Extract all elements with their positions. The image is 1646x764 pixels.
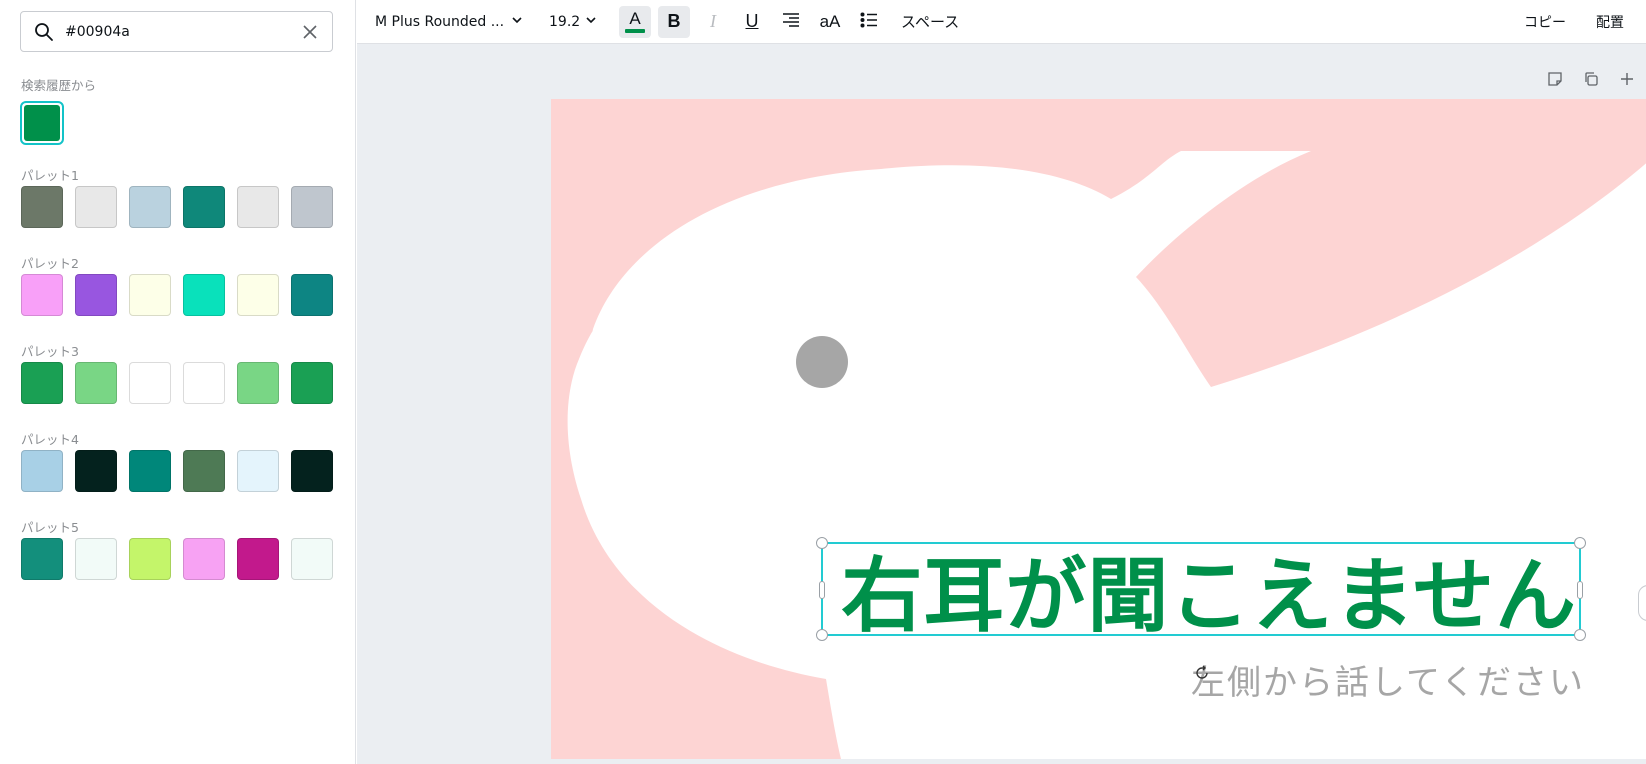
color-swatch[interactable] bbox=[237, 362, 279, 404]
color-swatch[interactable] bbox=[75, 362, 117, 404]
note-icon[interactable] bbox=[1544, 68, 1566, 90]
color-swatch[interactable] bbox=[21, 450, 63, 492]
scroll-edge-handle[interactable] bbox=[1638, 585, 1646, 621]
chevron-down-icon bbox=[585, 14, 597, 30]
color-swatch[interactable] bbox=[129, 362, 171, 404]
palette-row bbox=[21, 362, 333, 404]
canvas-workspace: 右耳が聞こえません 左側から話してください bbox=[357, 44, 1646, 764]
palette-label: パレット5 bbox=[21, 520, 79, 535]
list-button[interactable] bbox=[853, 6, 885, 38]
history-swatch-color bbox=[24, 105, 60, 141]
text-color-bar bbox=[625, 29, 645, 33]
color-swatch[interactable] bbox=[183, 450, 225, 492]
bold-button[interactable]: B bbox=[658, 5, 690, 38]
resize-handle-left[interactable] bbox=[819, 581, 825, 599]
text-toolbar: M Plus Rounded ... 19.2 A B I U aA スペース … bbox=[357, 0, 1646, 44]
design-page[interactable]: 右耳が聞こえません 左側から話してください bbox=[551, 99, 1646, 759]
align-right-icon bbox=[782, 12, 800, 32]
letter-case-icon: aA bbox=[819, 11, 841, 31]
font-family-label: M Plus Rounded ... bbox=[375, 13, 503, 30]
font-family-dropdown[interactable]: M Plus Rounded ... bbox=[369, 6, 529, 38]
resize-handle-bottom-right[interactable] bbox=[1574, 629, 1586, 641]
palette-row bbox=[21, 274, 333, 316]
color-swatch[interactable] bbox=[291, 274, 333, 316]
color-swatch[interactable] bbox=[237, 450, 279, 492]
headline-text[interactable]: 右耳が聞こえません bbox=[823, 544, 1579, 644]
align-button[interactable] bbox=[775, 6, 807, 38]
color-swatch[interactable] bbox=[129, 186, 171, 228]
text-color-button[interactable]: A bbox=[619, 5, 651, 38]
color-swatch[interactable] bbox=[237, 538, 279, 580]
color-swatch[interactable] bbox=[129, 450, 171, 492]
bold-icon: B bbox=[667, 11, 681, 31]
color-swatch[interactable] bbox=[291, 538, 333, 580]
color-swatch[interactable] bbox=[183, 538, 225, 580]
color-panel: 検索履歴から パレット1 パレット2 パレット3 パレット4 パレット5 bbox=[0, 0, 356, 764]
color-swatch[interactable] bbox=[291, 450, 333, 492]
rabbit-eye bbox=[796, 336, 848, 388]
copy-style-button[interactable]: コピー bbox=[1518, 6, 1572, 38]
palette-row bbox=[21, 538, 333, 580]
toolbar-right: コピー 配置 bbox=[1518, 6, 1646, 38]
color-swatch[interactable] bbox=[183, 186, 225, 228]
text-color-icon: A bbox=[625, 10, 645, 33]
color-swatch[interactable] bbox=[21, 186, 63, 228]
palette-row bbox=[21, 450, 333, 492]
color-swatch[interactable] bbox=[21, 362, 63, 404]
bullet-list-icon bbox=[860, 12, 878, 32]
resize-handle-bottom-left[interactable] bbox=[816, 629, 828, 641]
clear-search-icon[interactable] bbox=[300, 22, 320, 42]
resize-handle-right[interactable] bbox=[1577, 581, 1583, 599]
history-swatch[interactable] bbox=[20, 101, 64, 145]
arrange-button[interactable]: 配置 bbox=[1590, 6, 1630, 38]
color-swatch[interactable] bbox=[21, 538, 63, 580]
color-swatch[interactable] bbox=[183, 274, 225, 316]
chevron-down-icon bbox=[511, 14, 523, 30]
palette-label: パレット2 bbox=[21, 256, 79, 271]
history-label: 検索履歴から bbox=[21, 78, 97, 93]
color-swatch[interactable] bbox=[237, 274, 279, 316]
resize-handle-top-left[interactable] bbox=[816, 537, 828, 549]
color-search bbox=[20, 11, 333, 52]
font-size-dropdown[interactable]: 19.2 bbox=[543, 6, 603, 38]
resize-handle-top-right[interactable] bbox=[1574, 537, 1586, 549]
headline-text-box[interactable]: 右耳が聞こえません bbox=[816, 537, 1586, 644]
underline-button[interactable]: U bbox=[736, 6, 768, 38]
color-search-input[interactable] bbox=[65, 23, 300, 40]
color-swatch[interactable] bbox=[129, 538, 171, 580]
color-swatch[interactable] bbox=[21, 274, 63, 316]
italic-icon: I bbox=[710, 11, 716, 31]
palette-row bbox=[21, 186, 333, 228]
search-icon bbox=[33, 21, 55, 43]
color-swatch[interactable] bbox=[75, 450, 117, 492]
color-swatch[interactable] bbox=[291, 186, 333, 228]
color-swatch[interactable] bbox=[183, 362, 225, 404]
color-swatch[interactable] bbox=[75, 538, 117, 580]
duplicate-page-icon[interactable] bbox=[1580, 68, 1602, 90]
color-swatch[interactable] bbox=[237, 186, 279, 228]
color-swatch[interactable] bbox=[291, 362, 333, 404]
underline-icon: U bbox=[745, 11, 759, 31]
palette-label: パレット3 bbox=[21, 344, 79, 359]
palette-label: パレット1 bbox=[21, 168, 79, 183]
color-swatch[interactable] bbox=[75, 274, 117, 316]
spacing-button[interactable]: スペース bbox=[895, 6, 965, 38]
page-tools bbox=[1544, 68, 1638, 90]
rotate-icon[interactable] bbox=[1192, 663, 1212, 683]
palette-label: パレット4 bbox=[21, 432, 79, 447]
font-size-label: 19.2 bbox=[549, 13, 581, 30]
color-swatch[interactable] bbox=[129, 274, 171, 316]
italic-button[interactable]: I bbox=[697, 6, 729, 38]
add-page-icon[interactable] bbox=[1616, 68, 1638, 90]
letter-case-button[interactable]: aA bbox=[814, 6, 846, 38]
color-swatch[interactable] bbox=[75, 186, 117, 228]
subtitle-text[interactable]: 左側から話してください bbox=[1191, 655, 1583, 704]
